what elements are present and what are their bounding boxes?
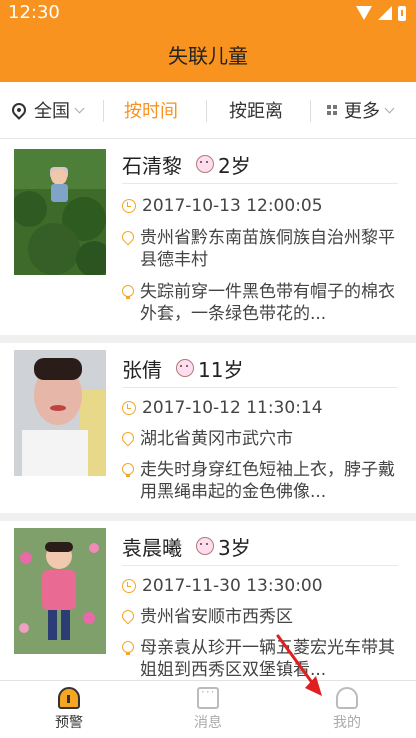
sort-by-distance-label: 按距离: [229, 101, 283, 122]
alarm-icon: [58, 687, 80, 709]
missing-location: 贵州省安顺市西秀区: [140, 607, 293, 627]
missing-time-row: 2017-10-12 11:30:14: [122, 397, 398, 419]
location-pin-icon: [9, 100, 29, 120]
person-icon: [336, 687, 358, 709]
wifi-icon: [356, 6, 372, 20]
missing-location: 湖北省黄冈市武穴市: [140, 429, 293, 449]
tab-me[interactable]: 我的: [278, 681, 416, 738]
status-bar: 12:30: [0, 0, 416, 26]
filter-bar: 全国 按时间 按距离 更多: [0, 82, 416, 139]
tab-alert[interactable]: 预警: [0, 681, 138, 738]
divider: [103, 100, 104, 122]
child-name: 袁晨曦: [122, 535, 182, 560]
missing-location: 贵州省黔东南苗族侗族自治州黎平县德丰村: [140, 228, 395, 270]
child-face-icon: [196, 155, 214, 173]
description-row: 走失时身穿红色短袖上衣，脖子戴用黑绳串起的金色佛像...: [122, 459, 398, 503]
tab-me-label: 我的: [333, 715, 361, 731]
lightbulb-icon: [122, 463, 134, 477]
divider: [310, 100, 311, 122]
child-age: 11岁: [198, 357, 244, 382]
chevron-down-icon: [384, 103, 395, 113]
child-photo: [14, 149, 106, 275]
child-name: 石清黎: [122, 153, 182, 178]
more-filter-label: 更多: [344, 101, 380, 122]
location-row: 贵州省安顺市西秀区: [119, 606, 398, 628]
child-photo: [14, 350, 106, 476]
child-name-row: 袁晨曦 3岁: [122, 527, 398, 566]
missing-time: 2017-11-30 13:30:00: [142, 576, 323, 596]
tab-messages-label: 消息: [194, 715, 222, 731]
missing-description: 失踪前穿一件黑色带有帽子的棉衣外套，一条绿色带花的...: [140, 282, 395, 324]
missing-description: 走失时身穿红色短袖上衣，脖子戴用黑绳串起的金色佛像...: [140, 460, 395, 502]
sort-by-distance-tab[interactable]: 按距离: [229, 82, 283, 138]
lightbulb-icon: [122, 641, 134, 655]
divider: [206, 100, 207, 122]
region-filter[interactable]: 全国: [9, 82, 85, 138]
status-time: 12:30: [8, 2, 60, 23]
grid-icon: [327, 104, 338, 116]
missing-time-row: 2017-10-13 12:00:05: [122, 195, 398, 217]
child-age: 2岁: [218, 153, 251, 178]
bottom-tab-bar: 预警 消息 我的: [0, 680, 416, 738]
location-icon: [119, 607, 137, 625]
status-icons: [356, 5, 406, 21]
page-title: 失联儿童: [168, 43, 248, 68]
lightbulb-icon: [122, 285, 134, 299]
child-face-icon: [196, 537, 214, 555]
child-card[interactable]: 石清黎 2岁 2017-10-13 12:00:05 贵州省黔东南苗族侗族自治州…: [0, 139, 416, 335]
missing-time: 2017-10-12 11:30:14: [142, 398, 323, 418]
chevron-down-icon: [74, 103, 85, 113]
sort-by-time-tab[interactable]: 按时间: [124, 82, 178, 138]
message-icon: [197, 685, 219, 709]
description-row: 失踪前穿一件黑色带有帽子的棉衣外套，一条绿色带花的...: [122, 281, 398, 325]
clock-icon: [122, 401, 136, 415]
child-face-icon: [176, 359, 194, 377]
region-filter-label: 全国: [34, 101, 70, 122]
tab-messages[interactable]: 消息: [139, 681, 277, 738]
child-card[interactable]: 袁晨曦 3岁 2017-11-30 13:30:00 贵州省安顺市西秀区 母亲袁…: [0, 521, 416, 681]
card-divider: [0, 335, 416, 343]
signal-icon: [378, 6, 392, 20]
child-age: 3岁: [218, 535, 251, 560]
card-divider: [0, 513, 416, 521]
location-icon: [119, 429, 137, 447]
child-name-row: 石清黎 2岁: [122, 145, 398, 184]
location-row: 湖北省黄冈市武穴市: [119, 428, 398, 450]
missing-time: 2017-10-13 12:00:05: [142, 196, 323, 216]
tab-alert-label: 预警: [55, 715, 83, 731]
battery-icon: [398, 5, 406, 21]
clock-icon: [122, 579, 136, 593]
child-photo: [14, 528, 106, 654]
child-card[interactable]: 张倩 11岁 2017-10-12 11:30:14 湖北省黄冈市武穴市 走失时…: [0, 343, 416, 513]
app-header: 失联儿童: [0, 26, 416, 82]
child-name: 张倩: [122, 357, 162, 382]
location-icon: [119, 228, 137, 246]
missing-description: 母亲袁从珍开一辆五菱宏光车带其姐姐到西秀区双堡镇看...: [140, 638, 395, 680]
location-row: 贵州省黔东南苗族侗族自治州黎平县德丰村: [119, 227, 398, 271]
missing-time-row: 2017-11-30 13:30:00: [122, 575, 398, 597]
more-filter[interactable]: 更多: [327, 82, 395, 138]
clock-icon: [122, 199, 136, 213]
description-row: 母亲袁从珍开一辆五菱宏光车带其姐姐到西秀区双堡镇看...: [122, 637, 398, 681]
sort-by-time-label: 按时间: [124, 101, 178, 122]
child-name-row: 张倩 11岁: [122, 349, 398, 388]
